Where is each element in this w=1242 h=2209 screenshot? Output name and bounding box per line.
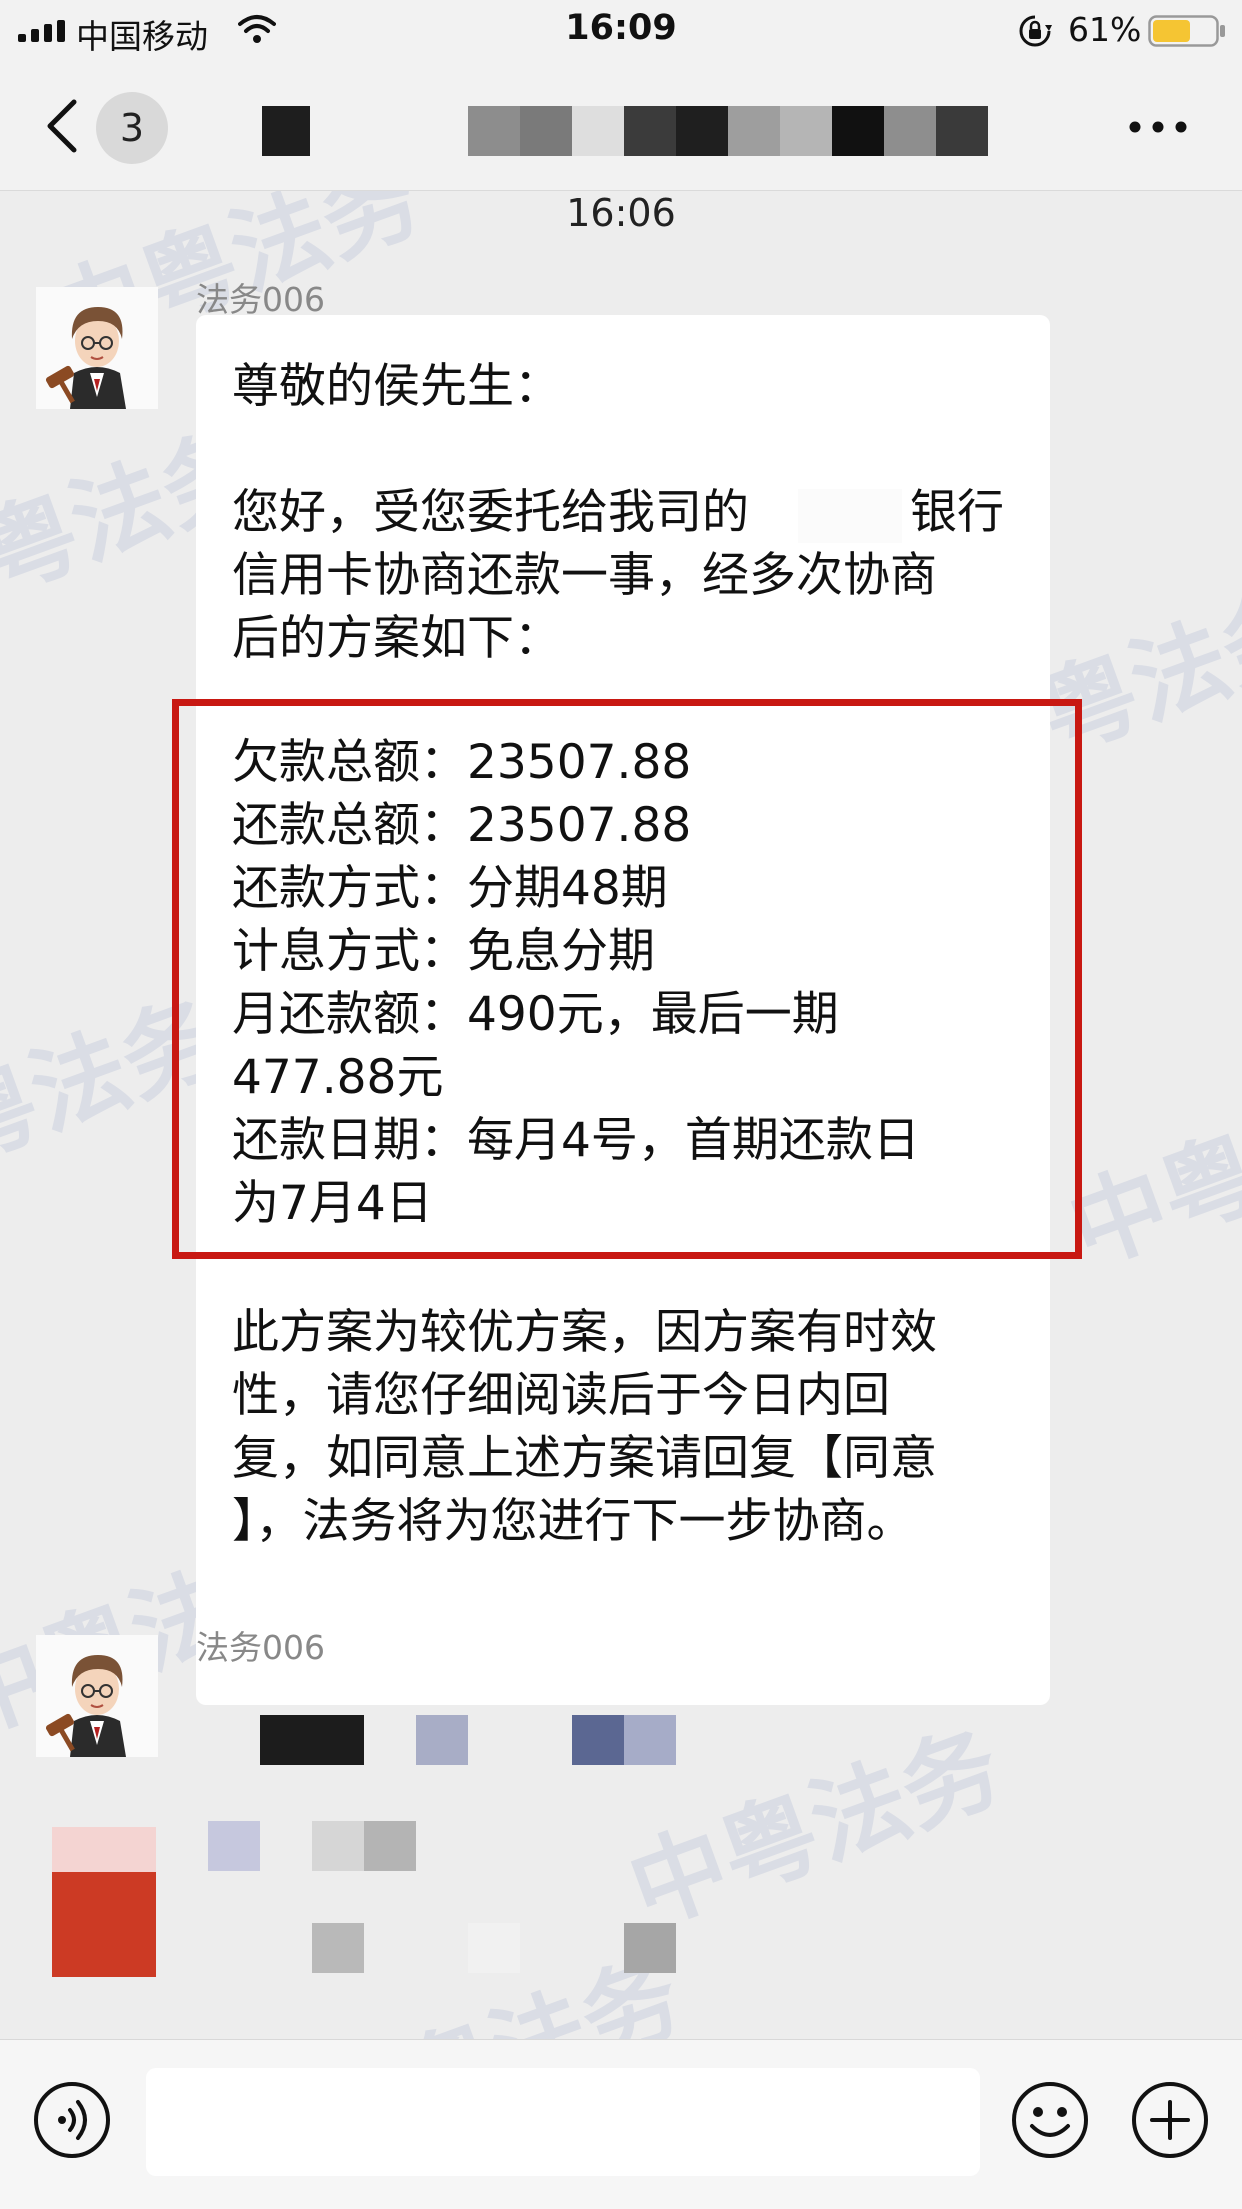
closing-line: 性，请您仔细阅读后于今日内回 [232,1368,890,1423]
plan-line: 为7月4日 [232,1176,433,1231]
redacted-content [312,1821,416,1871]
closing-line: 复，如同意上述方案请回复【同意 [232,1431,937,1486]
time-divider: 16:06 [566,191,676,235]
greeting-text: 尊敬的侯先生： [232,359,561,414]
chat-area[interactable]: 中粤法务 中粤法务 中粤法务 中粤法务 中粤法务 中粤法务 中粤法务 中粤法务 … [0,191,1242,2039]
plus-icon[interactable] [1130,2080,1210,2160]
redacted-chat-title [468,106,988,156]
battery-icon [1148,15,1225,47]
plan-line: 477.88元 [232,1050,444,1105]
plan-line: 计息方式：免息分期 [232,924,655,979]
chat-header: 3 [0,62,1242,191]
intro-line: 银行 [910,485,1004,540]
intro-line: 您好，受您委托给我司的 [232,485,749,540]
avatar[interactable] [36,287,158,409]
redacted-content [416,1715,468,1765]
redacted-avatar [52,1827,156,1977]
input-bar [0,2039,1242,2209]
unread-count-badge[interactable]: 3 [96,92,168,164]
plan-line: 还款方式：分期48期 [232,861,668,916]
plan-line: 还款总额：23507.88 [232,798,692,853]
emoji-icon[interactable] [1010,2080,1090,2160]
orientation-lock-icon [1019,15,1052,47]
battery-percent: 61% [1068,10,1142,49]
sender-name: 法务006 [196,1628,325,1667]
intro-line: 后的方案如下： [232,611,561,666]
status-bar: 中国移动 16:09 61% [0,0,1242,62]
closing-line: 】，法务将为您进行下一步协商。 [232,1494,914,1549]
status-time: 16:09 [565,8,677,48]
sender-name: 法务006 [196,280,325,319]
chevron-left-icon[interactable] [44,98,78,154]
ellipsis-icon[interactable] [1128,120,1188,134]
voice-icon[interactable] [32,2080,112,2160]
closing-line: 此方案为较优方案，因方案有时效 [232,1305,937,1360]
plan-line: 还款日期：每月4号，首期还款日 [232,1113,920,1168]
redacted-bank-name [798,489,902,543]
redacted-chat-title-left [262,106,310,156]
message-input[interactable] [146,2068,980,2176]
redacted-content [260,1715,364,1765]
redacted-content [624,1923,676,1973]
plan-line: 欠款总额：23507.88 [232,735,692,790]
redacted-content [208,1821,260,1871]
redacted-content [312,1923,364,1973]
redacted-content [572,1715,676,1765]
redacted-content [468,1923,520,1973]
plan-line: 月还款额：490元，最后一期 [232,987,839,1042]
intro-line: 信用卡协商还款一事，经多次协商 [232,548,937,603]
avatar[interactable] [36,1635,158,1757]
